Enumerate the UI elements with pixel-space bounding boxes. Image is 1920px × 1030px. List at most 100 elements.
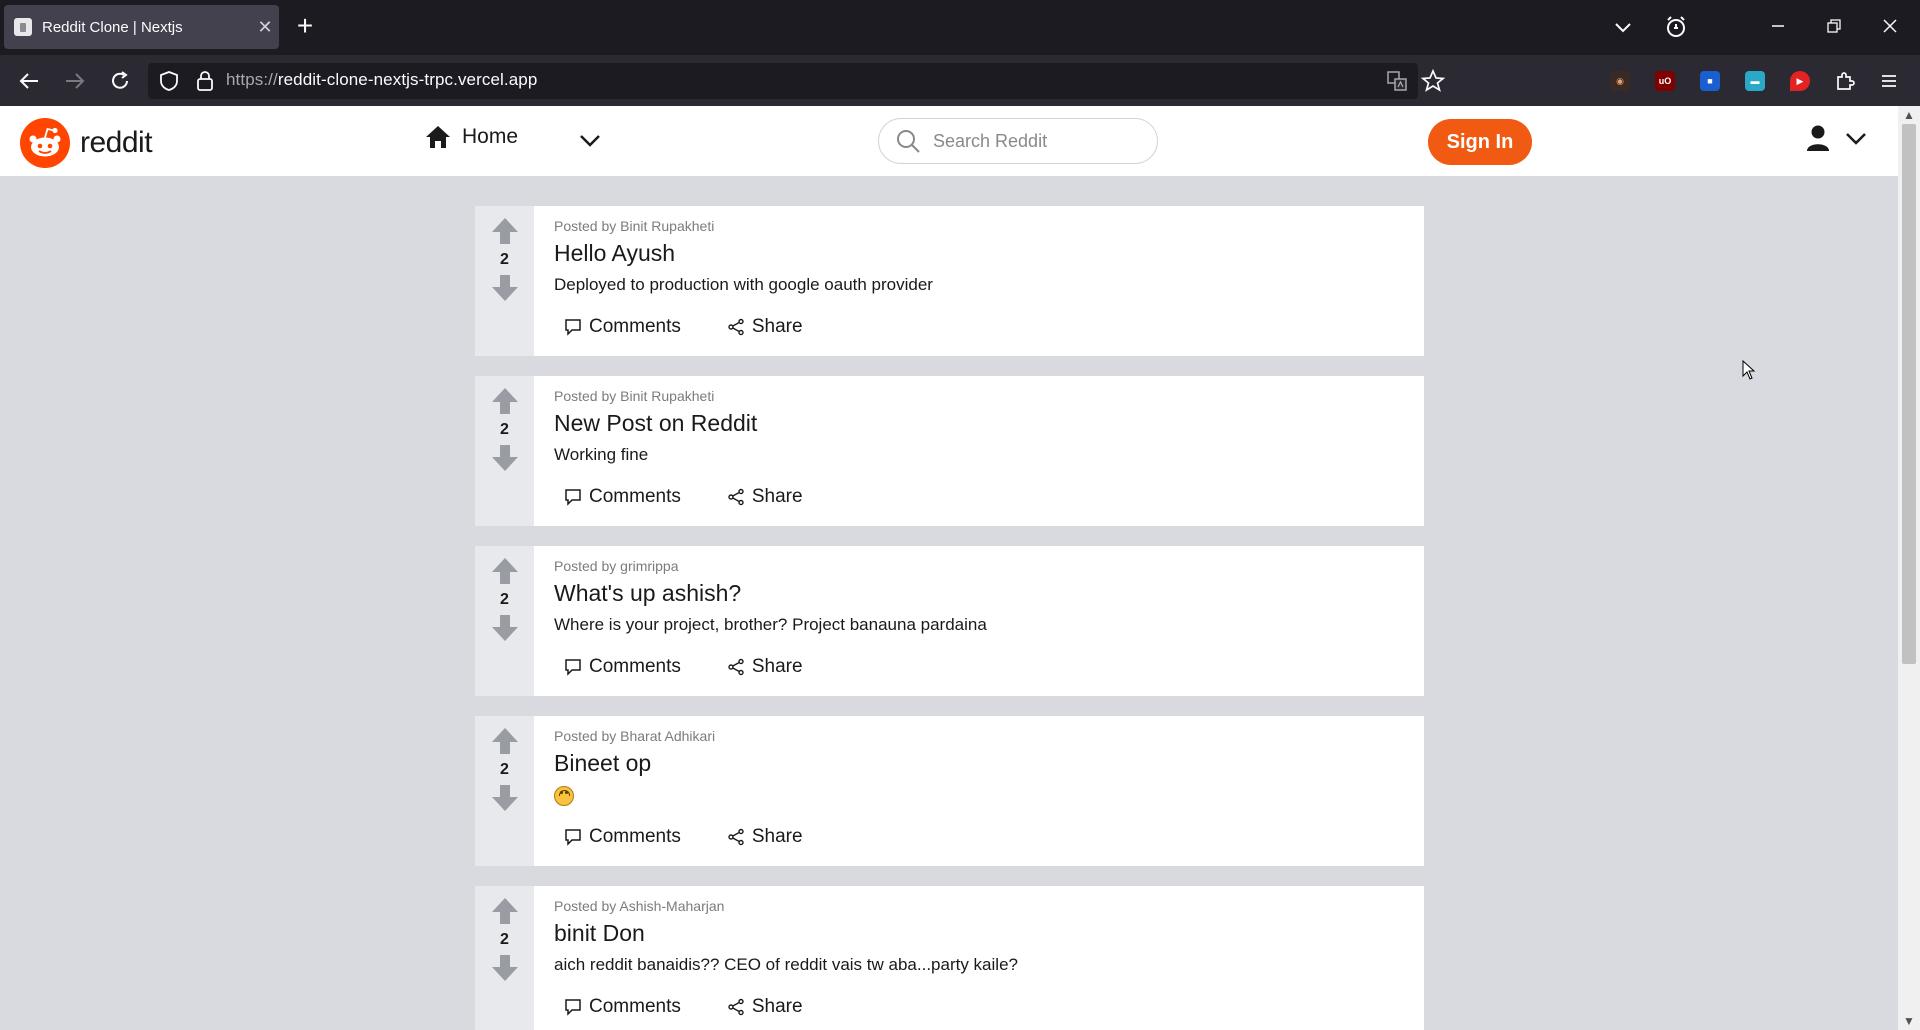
app-menu-icon[interactable] xyxy=(1879,71,1899,91)
share-button[interactable]: Share xyxy=(727,316,803,338)
url-protocol: https:// xyxy=(226,70,278,89)
post-body: Posted by Binit Rupakheti Hello Ayush De… xyxy=(534,206,1424,356)
comments-label: Comments xyxy=(589,486,681,507)
post-title[interactable]: binit Don xyxy=(554,920,1424,947)
comments-button[interactable]: Comments xyxy=(564,826,681,848)
search-input[interactable] xyxy=(931,129,1145,153)
list-all-tabs-icon[interactable] xyxy=(1613,17,1633,37)
tampermonkey-extension-icon[interactable]: ◉ xyxy=(1610,71,1630,91)
vote-count: 2 xyxy=(500,251,509,268)
comments-label: Comments xyxy=(589,826,681,847)
restore-icon[interactable] xyxy=(1827,19,1841,33)
bookmark-star-icon[interactable] xyxy=(1421,69,1445,93)
post-actions: Comments Share xyxy=(564,486,849,508)
share-label: Share xyxy=(751,826,803,847)
downvote-arrow-icon[interactable] xyxy=(490,273,520,303)
user-chevron-down-icon xyxy=(1846,133,1866,145)
share-button[interactable]: Share xyxy=(727,826,803,848)
minimize-icon[interactable] xyxy=(1770,18,1786,34)
scrollbar-thumb[interactable] xyxy=(1902,124,1916,664)
upvote-arrow-icon[interactable] xyxy=(490,896,520,926)
home-nav[interactable]: Home xyxy=(424,124,518,150)
logo-text: reddit xyxy=(80,126,153,159)
vote-column: 2 xyxy=(475,886,534,1030)
post-title[interactable]: What's up ashish? xyxy=(554,580,1424,607)
extensions-puzzle-icon[interactable] xyxy=(1833,69,1857,93)
post-title[interactable]: Hello Ayush xyxy=(554,240,1424,267)
alarm-extension-icon[interactable] xyxy=(1664,15,1688,39)
bitwarden-extension-icon[interactable]: ■ xyxy=(1700,71,1720,91)
sign-in-button[interactable]: Sign In xyxy=(1428,119,1532,165)
comment-icon xyxy=(565,489,581,506)
site-header: reddit Home Sign In xyxy=(0,106,1898,176)
post-body: Posted by Bharat Adhikari Bineet op Comm… xyxy=(534,716,1424,866)
downvote-arrow-icon[interactable] xyxy=(490,443,520,473)
post-card[interactable]: 2 Posted by Ashish-Maharjan binit Don ai… xyxy=(475,886,1424,1030)
comments-button[interactable]: Comments xyxy=(564,996,681,1018)
post-text: Where is your project, brother? Project … xyxy=(554,615,987,634)
translate-icon[interactable] xyxy=(1386,70,1408,92)
post-actions: Comments Share xyxy=(564,826,849,848)
post-meta: Posted by Bharat Adhikari xyxy=(554,728,716,744)
ublock-extension-icon[interactable]: uO xyxy=(1655,71,1675,91)
back-icon[interactable] xyxy=(18,70,40,92)
youtube-extension-icon[interactable]: ▶ xyxy=(1790,71,1810,91)
post-meta: Posted by Binit Rupakheti xyxy=(554,388,715,404)
user-menu[interactable] xyxy=(1806,124,1868,152)
post-card[interactable]: 2 Posted by Bharat Adhikari Bineet op Co… xyxy=(475,716,1424,866)
scroll-down-arrow-icon[interactable]: ▼ xyxy=(1898,1014,1920,1028)
comment-icon xyxy=(565,999,581,1016)
vote-column: 2 xyxy=(475,546,534,696)
downvote-arrow-icon[interactable] xyxy=(490,613,520,643)
user-icon xyxy=(1807,125,1829,151)
upvote-arrow-icon[interactable] xyxy=(490,216,520,246)
share-label: Share xyxy=(751,486,803,507)
forward-icon[interactable] xyxy=(64,70,86,92)
comments-button[interactable]: Comments xyxy=(564,316,681,338)
tab-close-icon[interactable]: ✕ xyxy=(251,17,279,38)
page-favicon-icon xyxy=(14,18,32,36)
downvote-arrow-icon[interactable] xyxy=(490,953,520,983)
upvote-arrow-icon[interactable] xyxy=(490,386,520,416)
post-text xyxy=(554,785,1424,806)
page-scrollbar[interactable]: ▲ ▼ xyxy=(1898,106,1920,1030)
reddit-logo[interactable]: reddit xyxy=(20,118,153,168)
share-icon xyxy=(728,658,744,676)
share-label: Share xyxy=(751,656,803,677)
comments-button[interactable]: Comments xyxy=(564,656,681,678)
comments-button[interactable]: Comments xyxy=(564,486,681,508)
chevron-down-icon[interactable] xyxy=(578,128,602,152)
comments-label: Comments xyxy=(589,316,681,337)
share-icon xyxy=(728,998,744,1016)
vote-count: 2 xyxy=(500,761,509,778)
browser-tab[interactable]: Reddit Clone | Nextjs ✕ xyxy=(4,5,279,49)
save-extension-icon[interactable]: ▬ xyxy=(1745,71,1765,91)
lock-icon[interactable] xyxy=(196,70,214,92)
share-icon xyxy=(728,318,744,336)
upvote-arrow-icon[interactable] xyxy=(490,556,520,586)
comments-label: Comments xyxy=(589,656,681,677)
share-button[interactable]: Share xyxy=(727,996,803,1018)
share-button[interactable]: Share xyxy=(727,656,803,678)
share-icon xyxy=(728,488,744,506)
vote-column: 2 xyxy=(475,716,534,866)
upvote-arrow-icon[interactable] xyxy=(490,726,520,756)
share-button[interactable]: Share xyxy=(727,486,803,508)
url-text[interactable]: https://reddit-clone-nextjs-trpc.vercel.… xyxy=(226,70,537,90)
post-card[interactable]: 2 Posted by grimrippa What's up ashish? … xyxy=(475,546,1424,696)
search-box[interactable] xyxy=(878,118,1158,164)
reload-icon[interactable] xyxy=(109,70,131,92)
new-tab-icon[interactable]: + xyxy=(290,12,320,42)
post-card[interactable]: 2 Posted by Binit Rupakheti Hello Ayush … xyxy=(475,206,1424,356)
post-title[interactable]: New Post on Reddit xyxy=(554,410,1424,437)
post-title[interactable]: Bineet op xyxy=(554,750,1424,777)
downvote-arrow-icon[interactable] xyxy=(490,783,520,813)
reddit-logo-icon xyxy=(20,118,70,168)
post-body: Posted by Ashish-Maharjan binit Don aich… xyxy=(534,886,1424,1030)
post-card[interactable]: 2 Posted by Binit Rupakheti New Post on … xyxy=(475,376,1424,526)
scroll-up-arrow-icon[interactable]: ▲ xyxy=(1898,108,1920,122)
vote-count: 2 xyxy=(500,931,509,948)
window-close-icon[interactable] xyxy=(1882,18,1898,34)
tracking-protection-shield-icon[interactable] xyxy=(159,70,179,92)
post-text: Working fine xyxy=(554,445,649,464)
